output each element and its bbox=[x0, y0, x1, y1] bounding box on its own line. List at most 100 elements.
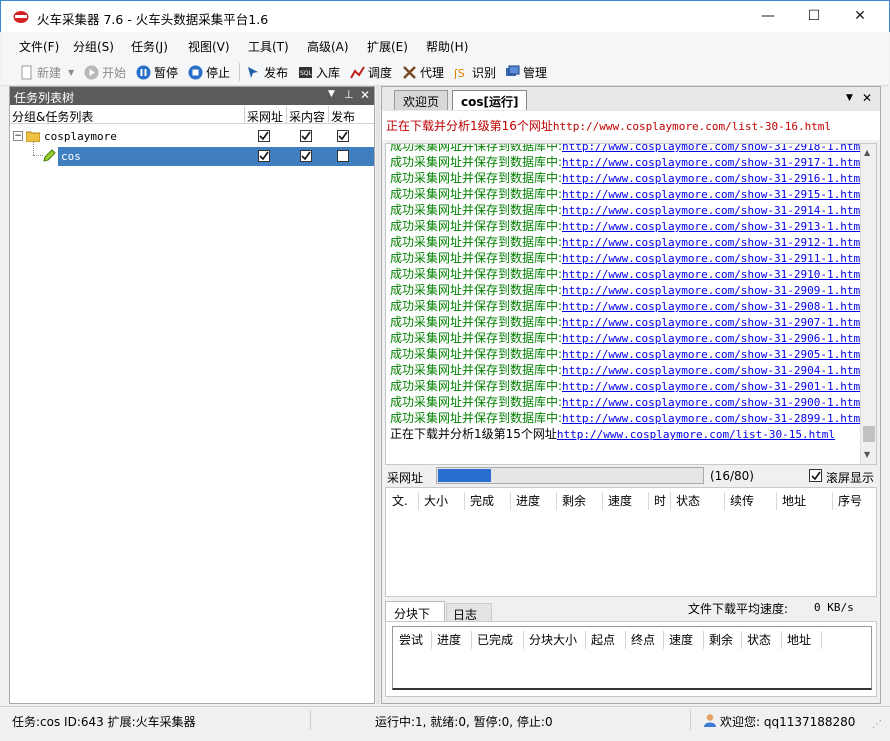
col-speed[interactable]: 速度 bbox=[608, 488, 632, 514]
close-button[interactable]: ✕ bbox=[837, 1, 883, 31]
log-url-link[interactable]: http://www.cosplaymore.com/show-31-2899-… bbox=[562, 412, 867, 425]
avg-speed-label: 文件下载平均速度: bbox=[688, 602, 789, 616]
col-status[interactable]: 状态 bbox=[676, 488, 700, 514]
pause-icon bbox=[136, 65, 151, 80]
col-end[interactable]: 终点 bbox=[631, 627, 655, 653]
collect-content-checkbox[interactable] bbox=[300, 130, 312, 142]
col-completed[interactable]: 已完成 bbox=[477, 627, 513, 653]
log-last-url[interactable]: http://www.cosplaymore.com/list-30-15.ht… bbox=[557, 428, 835, 441]
proxy-button[interactable]: 代理 bbox=[402, 64, 444, 81]
col-time[interactable]: 时 bbox=[654, 488, 666, 514]
col-status[interactable]: 状态 bbox=[747, 627, 771, 653]
log-url-link[interactable]: http://www.cosplaymore.com/show-31-2900-… bbox=[562, 396, 867, 409]
close-icon[interactable]: ✕ bbox=[360, 88, 370, 102]
publish-checkbox[interactable] bbox=[337, 130, 349, 142]
log-url-link[interactable]: http://www.cosplaymore.com/show-31-2914-… bbox=[562, 204, 867, 217]
tab-welcome[interactable]: 欢迎页 bbox=[394, 90, 449, 110]
pause-button[interactable]: 暂停 bbox=[136, 64, 178, 81]
scroll-up-icon[interactable]: ▲ bbox=[864, 148, 870, 157]
recognize-button[interactable]: ʃS 识别 bbox=[454, 64, 496, 81]
manage-button[interactable]: 管理 bbox=[505, 64, 547, 81]
publish-checkbox[interactable] bbox=[337, 150, 349, 162]
log-url-link[interactable]: http://www.cosplaymore.com/show-31-2916-… bbox=[562, 172, 867, 185]
pause-label: 暂停 bbox=[154, 66, 179, 80]
collapse-toggle-icon[interactable]: − bbox=[13, 131, 23, 141]
log-url-link[interactable]: http://www.cosplaymore.com/show-31-2901-… bbox=[562, 380, 867, 393]
col-resume[interactable]: 续传 bbox=[730, 488, 754, 514]
dropdown-arrow-icon[interactable]: ▼ bbox=[328, 89, 335, 99]
tab-log[interactable]: 日志 bbox=[446, 603, 492, 622]
menu-group[interactable]: 分组(S) bbox=[73, 38, 114, 55]
log-line: 成功采集网址并保存到数据库中:http://www.cosplaymore.co… bbox=[390, 394, 867, 410]
tab-chunk-download[interactable]: 分块下载 bbox=[385, 601, 445, 638]
scroll-display-checkbox[interactable] bbox=[809, 469, 822, 482]
tab-cos-running[interactable]: cos[运行] bbox=[452, 90, 528, 110]
collect-url-checkbox[interactable] bbox=[258, 130, 270, 142]
col-address[interactable]: 地址 bbox=[782, 488, 806, 514]
log-url-link[interactable]: http://www.cosplaymore.com/show-31-2913-… bbox=[562, 220, 867, 233]
close-tab-icon[interactable]: ✕ bbox=[862, 91, 872, 105]
start-button[interactable]: 开始 bbox=[84, 64, 126, 81]
col-speed[interactable]: 速度 bbox=[669, 627, 693, 653]
panel-splitter[interactable] bbox=[376, 86, 380, 704]
log-url-link[interactable]: http://www.cosplaymore.com/show-31-2915-… bbox=[562, 188, 867, 201]
column-collect-content[interactable]: 采内容 bbox=[289, 108, 325, 125]
tree-row-group[interactable]: − cosplaymore bbox=[10, 127, 374, 147]
import-button[interactable]: SQL 入库 bbox=[298, 64, 340, 81]
log-url-link[interactable]: http://www.cosplaymore.com/show-31-2912-… bbox=[562, 236, 867, 249]
log-url-link[interactable]: http://www.cosplaymore.com/show-31-2905-… bbox=[562, 348, 867, 361]
log-url-link[interactable]: http://www.cosplaymore.com/show-31-2911-… bbox=[562, 252, 867, 265]
minimize-button[interactable]: — bbox=[745, 1, 791, 31]
status-divider bbox=[310, 710, 311, 730]
tree-row-task[interactable]: cos bbox=[10, 141, 374, 167]
col-file[interactable]: 文. bbox=[392, 488, 408, 514]
col-attempt[interactable]: 尝试 bbox=[399, 627, 423, 653]
column-publish[interactable]: 发布 bbox=[331, 108, 355, 125]
dropdown-arrow-icon[interactable]: ▼ bbox=[68, 68, 74, 77]
new-button[interactable]: 新建 ▼ bbox=[19, 64, 74, 81]
scroll-thumb[interactable] bbox=[863, 426, 875, 442]
log-url-link[interactable]: http://www.cosplaymore.com/show-31-2906-… bbox=[562, 332, 867, 345]
col-remaining[interactable]: 剩余 bbox=[562, 488, 586, 514]
collect-url-checkbox[interactable] bbox=[258, 150, 270, 162]
log-scrollbar[interactable]: ▲ ▼ bbox=[860, 144, 876, 464]
pin-icon[interactable]: ⊥ bbox=[344, 88, 354, 101]
col-size[interactable]: 大小 bbox=[424, 488, 448, 514]
col-chunk-size[interactable]: 分块大小 bbox=[529, 627, 577, 653]
log-url-link[interactable]: http://www.cosplaymore.com/show-31-2917-… bbox=[562, 156, 867, 169]
col-remaining[interactable]: 剩余 bbox=[709, 627, 733, 653]
menu-task[interactable]: 任务(J) bbox=[131, 38, 168, 55]
col-progress[interactable]: 进度 bbox=[437, 627, 461, 653]
debug-button[interactable]: 调度 bbox=[350, 64, 392, 81]
menu-advanced[interactable]: 高级(A) bbox=[307, 38, 349, 55]
collect-content-checkbox[interactable] bbox=[300, 150, 312, 162]
maximize-button[interactable]: ☐ bbox=[791, 1, 837, 31]
col-address[interactable]: 地址 bbox=[787, 627, 811, 653]
log-url-link[interactable]: http://www.cosplaymore.com/show-31-2909-… bbox=[562, 284, 867, 297]
menu-view[interactable]: 视图(V) bbox=[188, 38, 230, 55]
chunk-list[interactable]: 尝试 进度 已完成 分块大小 起点 终点 速度 剩余 状态 地址 bbox=[392, 626, 872, 690]
log-url-link[interactable]: http://www.cosplaymore.com/show-31-2904-… bbox=[562, 364, 867, 377]
menu-help[interactable]: 帮助(H) bbox=[426, 38, 468, 55]
column-task-list[interactable]: 分组&任务列表 bbox=[12, 108, 93, 125]
col-start[interactable]: 起点 bbox=[591, 627, 615, 653]
tab-list-dropdown-icon[interactable]: ▼ bbox=[846, 93, 853, 103]
menu-file[interactable]: 文件(F) bbox=[19, 38, 59, 55]
log-line: 成功采集网址并保存到数据库中:http://www.cosplaymore.co… bbox=[390, 144, 867, 154]
menu-extensions[interactable]: 扩展(E) bbox=[367, 38, 408, 55]
publish-button[interactable]: 发布 bbox=[246, 64, 288, 81]
scroll-down-icon[interactable]: ▼ bbox=[864, 450, 870, 459]
column-collect-url[interactable]: 采网址 bbox=[247, 108, 283, 125]
log-url-link[interactable]: http://www.cosplaymore.com/show-31-2910-… bbox=[562, 268, 867, 281]
log-url-link[interactable]: http://www.cosplaymore.com/show-31-2918-… bbox=[562, 144, 867, 153]
stop-button[interactable]: 停止 bbox=[188, 64, 230, 81]
col-complete[interactable]: 完成 bbox=[470, 488, 494, 514]
resize-grip-icon[interactable]: ⋰ bbox=[872, 719, 882, 730]
log-url-link[interactable]: http://www.cosplaymore.com/show-31-2908-… bbox=[562, 300, 867, 313]
download-list[interactable]: 文. 大小 完成 进度 剩余 速度 时 状态 续传 地址 序号 bbox=[385, 487, 877, 597]
menu-tools[interactable]: 工具(T) bbox=[248, 38, 289, 55]
col-index[interactable]: 序号 bbox=[838, 488, 862, 514]
log-url-link[interactable]: http://www.cosplaymore.com/show-31-2907-… bbox=[562, 316, 867, 329]
collection-log[interactable]: 成功采集网址并保存到数据库中:http://www.cosplaymore.co… bbox=[385, 143, 877, 465]
col-progress[interactable]: 进度 bbox=[516, 488, 540, 514]
